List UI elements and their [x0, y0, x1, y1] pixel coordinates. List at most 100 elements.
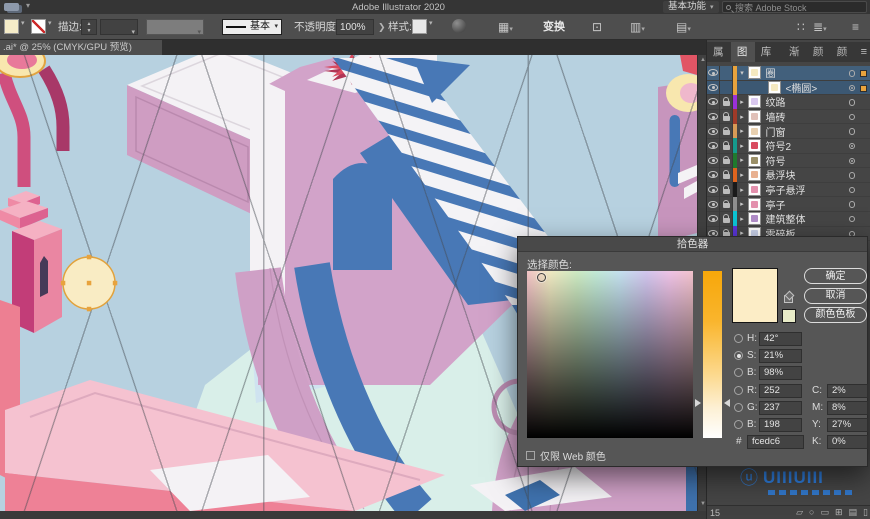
fill-color-swatch[interactable]: [4, 19, 19, 34]
lock-toggle[interactable]: [720, 211, 733, 227]
preferences-grid-icon[interactable]: ▦▾: [498, 19, 513, 35]
visibility-toggle[interactable]: [707, 109, 720, 124]
layer-thumbnail[interactable]: [747, 110, 761, 124]
app-switcher-icon[interactable]: [4, 3, 19, 11]
layer-thumbnail[interactable]: [747, 212, 761, 226]
workspace-switcher[interactable]: 基本功能 ▾: [663, 1, 719, 13]
new-layer-icon[interactable]: ▤: [849, 507, 858, 518]
layer-thumbnail[interactable]: [747, 197, 761, 211]
visibility-toggle[interactable]: [707, 196, 720, 212]
slider-left-arrow-icon[interactable]: [695, 399, 701, 407]
layer-row[interactable]: ▸ 悬浮块: [707, 167, 870, 183]
target-circle-icon[interactable]: [848, 215, 855, 223]
tab-properties[interactable]: 属性: [707, 42, 731, 78]
expand-chevron-icon[interactable]: ▸: [737, 215, 748, 223]
align-objects-icon[interactable]: ▥▾: [630, 19, 645, 35]
visibility-toggle[interactable]: [707, 94, 720, 110]
layer-thumbnail[interactable]: [747, 183, 761, 197]
layer-name[interactable]: 亭子悬浮: [766, 182, 806, 197]
b2-field[interactable]: 198: [759, 418, 802, 432]
lock-toggle[interactable]: [720, 167, 733, 183]
selection-indicator[interactable]: [860, 84, 867, 92]
target-circle-icon[interactable]: [848, 128, 855, 135]
target-circle-icon[interactable]: [848, 113, 855, 121]
make-clipping-mask-icon[interactable]: ▭: [820, 507, 829, 518]
opacity-expand-arrow[interactable]: ❯: [378, 19, 386, 35]
layer-name[interactable]: 亭子: [766, 197, 786, 212]
layer-name[interactable]: 纹路: [766, 94, 786, 109]
expand-chevron-icon[interactable]: ▸: [737, 186, 748, 194]
new-sublayer-icon[interactable]: ⊞: [835, 507, 843, 518]
g-field[interactable]: 237: [759, 401, 802, 415]
expand-chevron-icon[interactable]: ▸: [737, 113, 748, 121]
collect-for-export-icon[interactable]: ▱: [796, 507, 803, 518]
expand-chevron-icon[interactable]: ▸: [737, 156, 748, 164]
expand-chevron-icon[interactable]: ▸: [737, 142, 748, 150]
radio-h[interactable]: [734, 334, 743, 343]
m-field[interactable]: 8%: [827, 401, 868, 415]
visibility-toggle[interactable]: [707, 65, 720, 81]
layer-thumbnail[interactable]: [767, 80, 781, 94]
color-field[interactable]: [527, 271, 693, 438]
layer-name[interactable]: 符号2: [766, 138, 792, 153]
layer-row[interactable]: <椭圆>: [707, 80, 870, 96]
ok-button[interactable]: 确定: [804, 268, 867, 284]
visibility-toggle[interactable]: [707, 182, 720, 197]
locate-object-icon[interactable]: ○: [809, 507, 814, 518]
target-circle-icon[interactable]: [848, 142, 855, 150]
y-field[interactable]: 27%: [827, 418, 868, 432]
visibility-toggle[interactable]: [707, 138, 720, 154]
layer-row[interactable]: ▸ 墙砖: [707, 109, 870, 125]
stock-search-input[interactable]: 搜索 Adobe Stock: [722, 1, 867, 13]
panel-menu-icon[interactable]: ≡: [861, 46, 867, 58]
tab-gradient[interactable]: 渐变: [783, 42, 807, 78]
graphic-style-swatch[interactable]: [412, 19, 427, 34]
expand-chevron-icon[interactable]: ▸: [737, 171, 748, 179]
visibility-toggle[interactable]: [707, 211, 720, 227]
layer-name[interactable]: 建筑整体: [766, 211, 806, 226]
distribute-objects-icon[interactable]: ▤▾: [676, 19, 691, 35]
opacity-value-field[interactable]: 100%: [336, 19, 374, 35]
r-field[interactable]: 252: [759, 384, 802, 398]
stroke-caret-icon[interactable]: ▾: [48, 19, 52, 27]
fill-caret-icon[interactable]: ▾: [21, 19, 25, 27]
lock-toggle[interactable]: [720, 65, 733, 81]
lock-toggle[interactable]: [720, 123, 733, 139]
lock-toggle[interactable]: [720, 109, 733, 124]
target-circle-icon[interactable]: [848, 157, 855, 165]
out-of-web-gamut-cube-icon[interactable]: [784, 295, 793, 303]
workspace-layout-icon[interactable]: ≣▾: [813, 19, 827, 35]
lock-toggle[interactable]: [720, 80, 733, 95]
expand-chevron-icon[interactable]: ▸: [737, 127, 748, 135]
target-circle-icon[interactable]: [848, 84, 855, 92]
expand-chevron-icon[interactable]: ▸: [737, 98, 748, 106]
layer-thumbnail[interactable]: [747, 66, 761, 80]
target-circle-icon[interactable]: [848, 186, 855, 194]
layer-thumbnail[interactable]: [747, 139, 761, 153]
stroke-width-dropdown[interactable]: ▾: [100, 19, 138, 36]
layer-row[interactable]: ▸ 亭子悬浮: [707, 182, 870, 198]
lock-toggle[interactable]: [720, 94, 733, 110]
tab-color[interactable]: 颜色: [807, 42, 831, 78]
color-swatches-button[interactable]: 颜色色板: [804, 306, 867, 323]
layer-name[interactable]: 悬浮块: [766, 167, 796, 182]
app-switcher-caret-icon[interactable]: ▾: [26, 1, 30, 10]
h-field[interactable]: 42°: [759, 332, 802, 346]
menu-icon[interactable]: ≡: [852, 19, 859, 35]
layer-name[interactable]: 墙砖: [766, 109, 786, 124]
visibility-toggle[interactable]: [707, 167, 720, 183]
target-circle-icon[interactable]: [848, 172, 855, 179]
tab-layers[interactable]: 图层: [730, 42, 755, 78]
radio-b[interactable]: [734, 368, 743, 377]
lock-toggle[interactable]: [720, 196, 733, 212]
brush-definition-dropdown[interactable]: ▾: [146, 19, 204, 36]
delete-layer-icon[interactable]: ▯: [863, 507, 868, 518]
selection-indicator[interactable]: [860, 70, 867, 77]
visibility-toggle[interactable]: [707, 80, 720, 95]
layer-row[interactable]: ▸ 符号: [707, 153, 870, 169]
expand-chevron-icon[interactable]: ▸: [737, 200, 748, 208]
target-circle-icon[interactable]: [848, 99, 855, 106]
radio-g[interactable]: [734, 403, 743, 412]
b-field[interactable]: 98%: [759, 366, 802, 380]
document-tab[interactable]: .ai* @ 25% (CMYK/GPU 预览): [0, 40, 162, 55]
